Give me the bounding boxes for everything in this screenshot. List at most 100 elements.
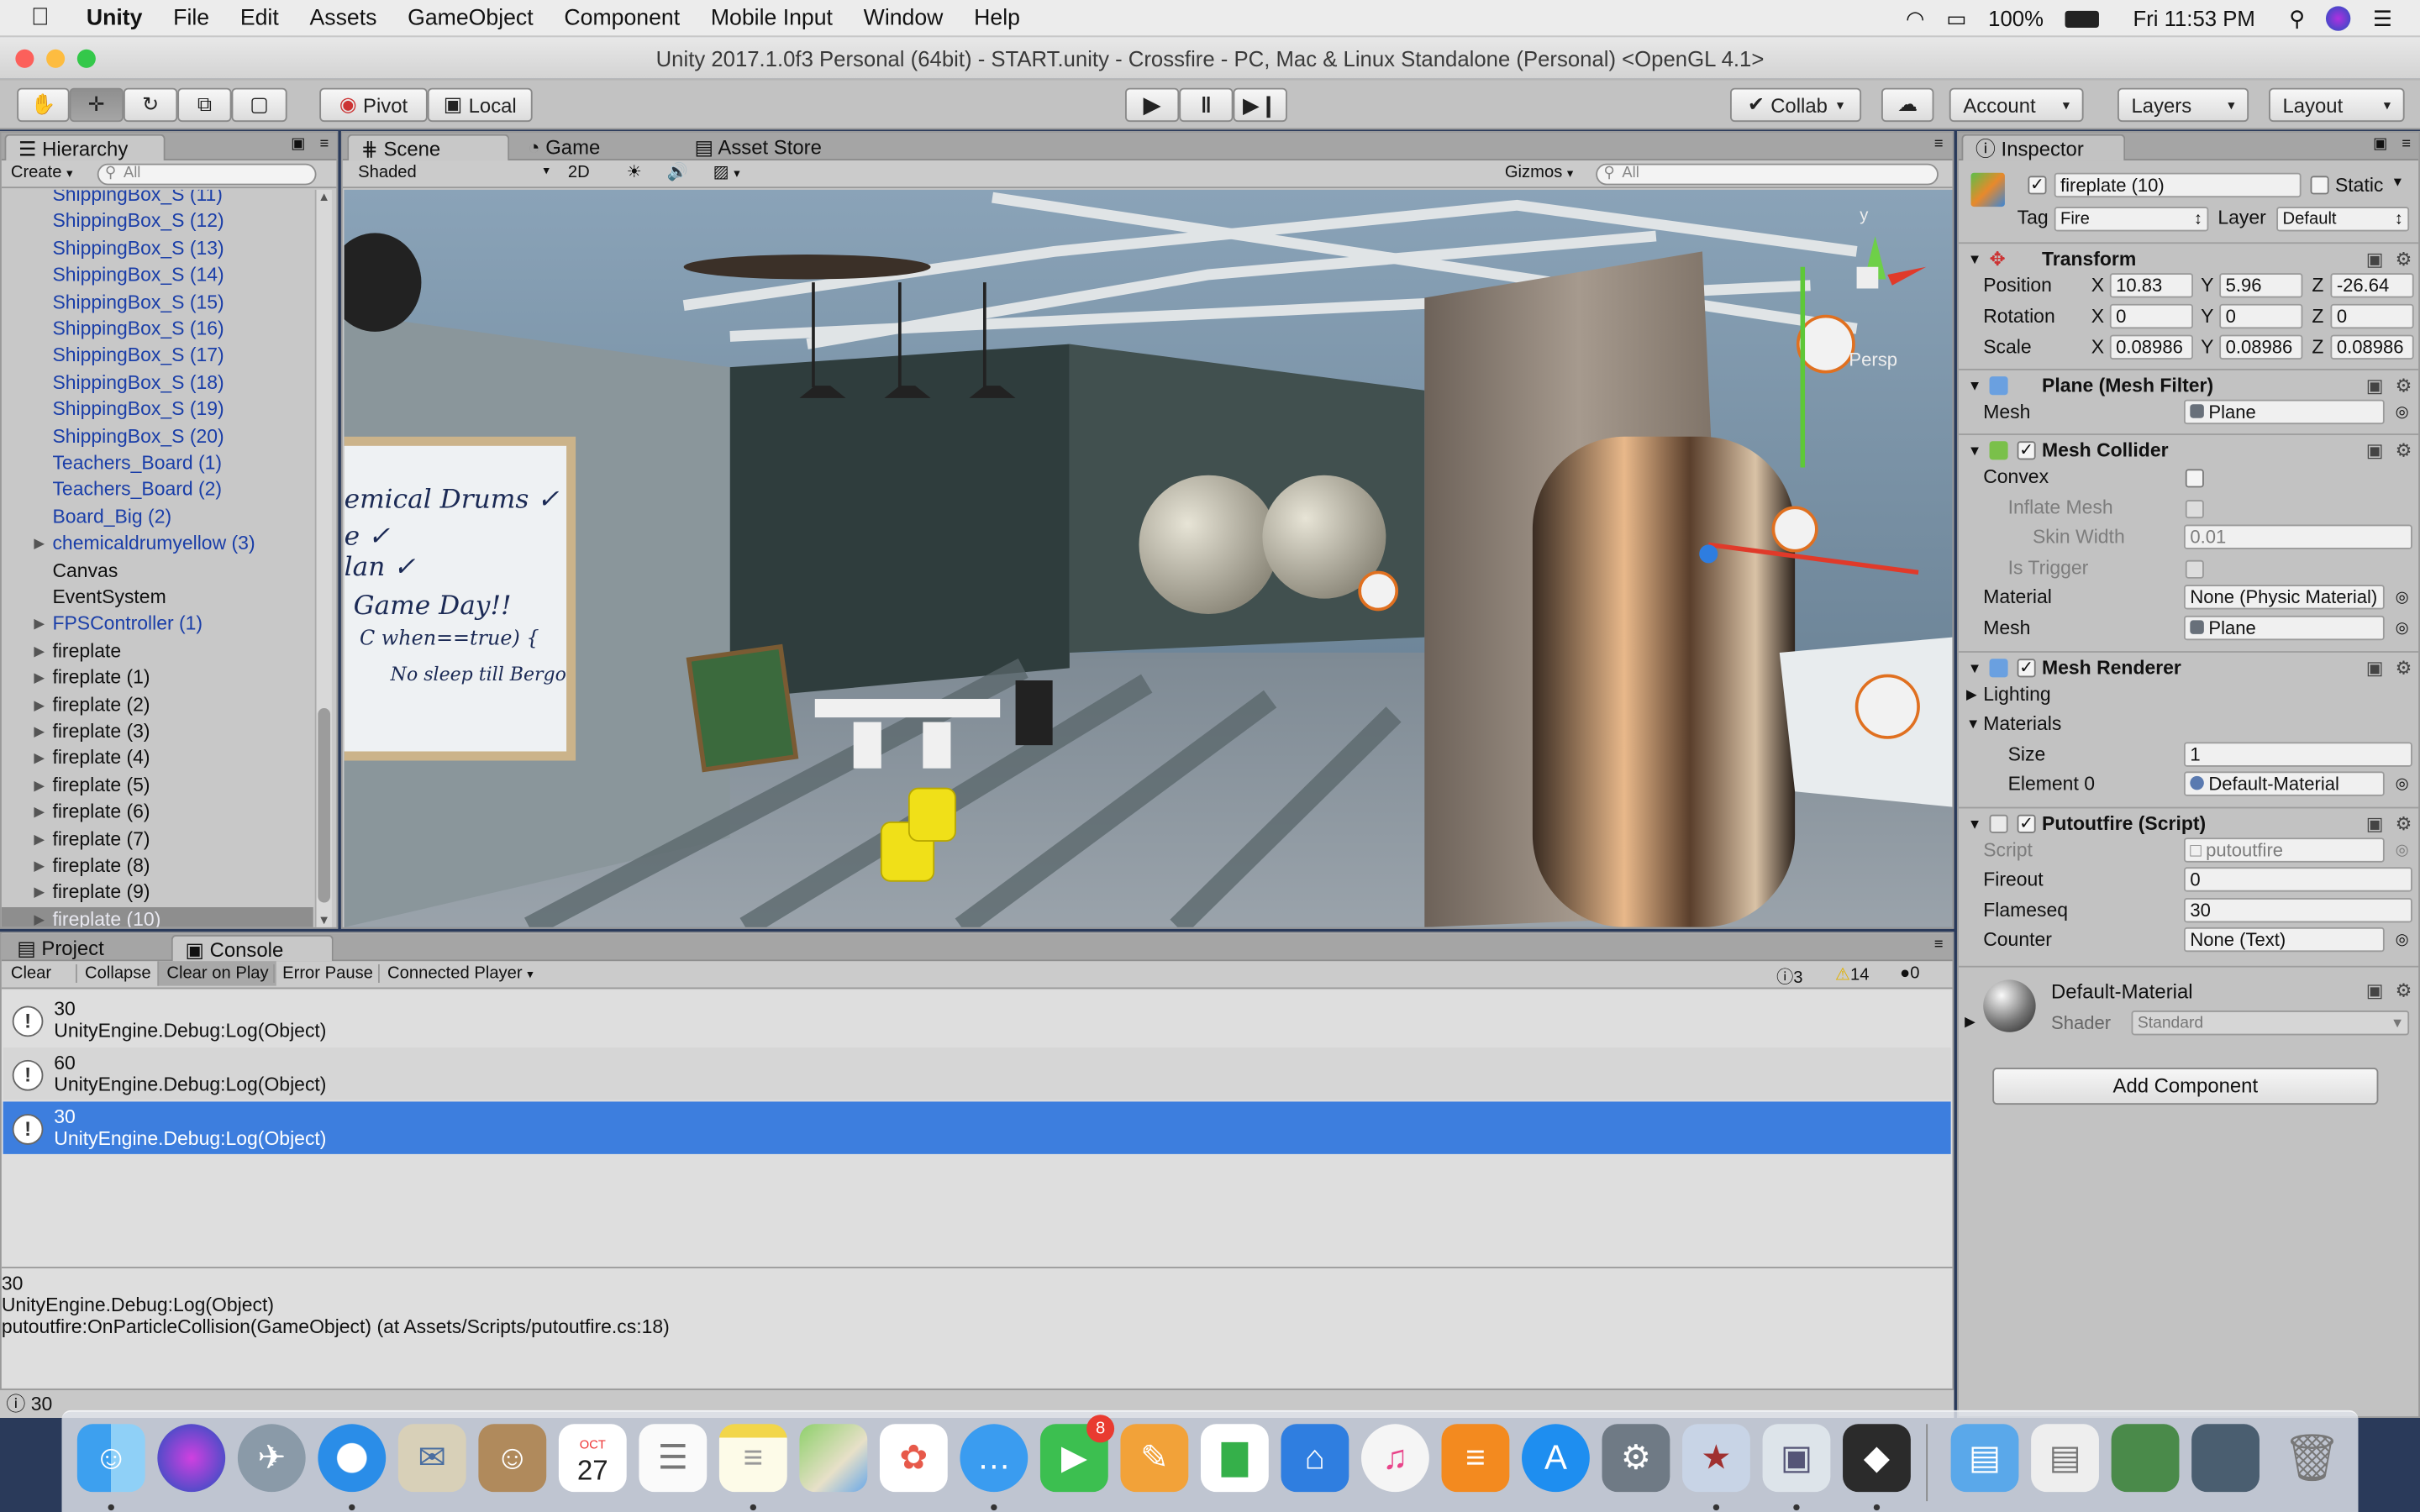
hierarchy-item[interactable]: Teachers_Board (1) (2, 450, 313, 477)
foldout-arrow-icon[interactable]: ▶ (34, 612, 45, 638)
audio-toggle-icon[interactable]: 🔊 (666, 162, 687, 182)
facetime-icon[interactable]: ▶ 8 (1039, 1415, 1115, 1493)
menu-gameobject[interactable]: GameObject (392, 5, 549, 29)
foldout-arrow-icon[interactable]: ▶ (34, 746, 45, 772)
hierarchy-item[interactable]: ▶ fireplate (2, 638, 313, 665)
photos-icon[interactable]: ✿ (879, 1424, 948, 1493)
foldout-arrow-icon[interactable]: ▶ (34, 853, 45, 879)
hierarchy-item[interactable]: ▶ fireplate (1) (2, 665, 313, 692)
foldout-arrow-icon[interactable]: ▶ (34, 773, 45, 799)
effects-toggle-icon[interactable]: ▨ ▾ (713, 162, 740, 182)
hierarchy-item[interactable]: ShippingBox_S (17) (2, 343, 313, 370)
hierarchy-item[interactable]: ShippingBox_S (13) (2, 236, 313, 263)
script-header[interactable]: ▼ ✓ Putoutfire (Script) ▣ ⚙ (1958, 806, 2419, 839)
menu-edit[interactable]: Edit (224, 5, 294, 29)
error-pause-button[interactable]: Error Pause (273, 963, 373, 983)
hierarchy-item[interactable]: ▶ fireplate (9) (2, 880, 313, 907)
2d-toggle[interactable]: 2D (568, 164, 590, 182)
object-picker-icon[interactable]: ◎ (2396, 583, 2409, 612)
help-book-icon[interactable]: ▣ (2366, 435, 2384, 466)
preview-icon[interactable]: ▣ (1762, 1424, 1831, 1493)
scene-viewport[interactable]: emical Drums ✓ e ✓ lan ✓ Game Day!! C wh… (344, 189, 1953, 927)
downloads-folder-icon[interactable]: ▤ (1950, 1424, 2019, 1493)
apple-menu-icon[interactable]:  (0, 4, 65, 32)
scale-z-field[interactable]: 0.08986 (2330, 334, 2414, 360)
menu-window[interactable]: Window (848, 5, 958, 29)
hierarchy-item[interactable]: ▶ FPSController (1) (2, 612, 313, 638)
mesh-field[interactable]: Plane (2183, 399, 2385, 425)
hierarchy-item[interactable]: ShippingBox_S (14) (2, 263, 313, 290)
foldout-arrow-icon[interactable]: ▶ (34, 665, 45, 691)
clear-on-play-button[interactable]: Clear on Play (157, 961, 276, 986)
app-store-icon[interactable]: A (1522, 1424, 1590, 1493)
filezilla-icon[interactable]: ★ (1682, 1424, 1750, 1493)
foldout-arrow-icon[interactable]: ▶ (34, 692, 45, 718)
menu-help[interactable]: Help (959, 5, 1036, 29)
hierarchy-item[interactable]: ▶ fireplate (8) (2, 853, 313, 880)
lighting-foldout[interactable]: ▶ Lighting (1959, 680, 2418, 710)
static-dropdown-icon[interactable]: ▾ (2394, 175, 2402, 192)
mesh-collider-header[interactable]: ▼ ✓ Mesh Collider ▣ ⚙ (1958, 433, 2419, 466)
siri-icon[interactable] (2326, 6, 2352, 31)
console-entry[interactable]: ! 60 UnityEngine.Debug:Log(Object) (3, 1047, 1951, 1100)
add-component-button[interactable]: Add Component (1992, 1068, 2379, 1105)
materials-size-field[interactable]: 1 (2183, 742, 2412, 767)
object-picker-icon[interactable]: ◎ (2396, 926, 2409, 955)
layer-dropdown[interactable]: Default ↕ (2276, 207, 2410, 232)
safari-icon[interactable]: ✦ (318, 1424, 387, 1493)
siri-icon[interactable] (157, 1424, 226, 1493)
hierarchy-scrollbar[interactable]: ▲ ▼ (314, 189, 332, 927)
error-count-toggle[interactable]: ●0 (1900, 964, 1919, 983)
play-button[interactable]: ▶ (1124, 87, 1180, 123)
gear-icon[interactable]: ⚙ (2396, 435, 2412, 466)
help-book-icon[interactable]: ▣ (2366, 979, 2384, 1001)
active-checkbox[interactable]: ✓ (2028, 176, 2047, 195)
help-book-icon[interactable]: ▣ (2366, 653, 2384, 684)
hierarchy-search-input[interactable]: ⚲ All (97, 163, 317, 186)
warning-count-toggle[interactable]: ⚠14 (1835, 964, 1870, 984)
position-x-field[interactable]: 10.83 (2109, 273, 2193, 298)
script-enabled-checkbox[interactable]: ✓ (2017, 814, 2036, 833)
console-entry[interactable]: ! 30 UnityEngine.Debug:Log(Object) (3, 993, 1951, 1047)
rect-tool-button[interactable]: ▢ (231, 87, 287, 123)
object-picker-icon[interactable]: ◎ (2396, 398, 2409, 428)
trash-icon[interactable]: 🗑 (2278, 1424, 2346, 1492)
panel-menu-icon[interactable]: ≡ (1934, 937, 1944, 953)
numbers-icon[interactable]: ▇ (1200, 1424, 1269, 1493)
static-checkbox[interactable] (2310, 176, 2329, 195)
materials-foldout[interactable]: ▼ Materials (1959, 710, 2418, 739)
help-book-icon[interactable]: ▣ (2366, 370, 2384, 402)
cloud-services-button[interactable]: ☁ (1881, 87, 1934, 123)
rotate-tool-button[interactable]: ↻ (123, 87, 178, 123)
battery-icon[interactable] (2065, 9, 2100, 28)
screenshot-stack-icon[interactable] (2191, 1424, 2260, 1493)
airplay-icon[interactable]: ▭ (1946, 5, 1966, 31)
shader-dropdown[interactable]: Standard ▾ (2131, 1011, 2410, 1036)
hierarchy-item[interactable]: ShippingBox_S (19) (2, 396, 313, 423)
foldout-arrow-icon[interactable]: ▶ (34, 800, 45, 826)
scale-x-field[interactable]: 0.08986 (2109, 334, 2193, 360)
rotation-x-field[interactable]: 0 (2109, 303, 2193, 329)
hierarchy-item[interactable]: ▶ chemicaldrumyellow (3) (2, 531, 313, 558)
object-name-field[interactable]: fireplate (10) (2054, 172, 2302, 198)
element-0-field[interactable]: Default-Material (2183, 771, 2385, 796)
gear-icon[interactable]: ⚙ (2396, 808, 2412, 839)
tab-scene[interactable]: ⋕ Scene (347, 134, 510, 161)
tag-dropdown[interactable]: Fire ↕ (2054, 207, 2209, 232)
wifi-icon[interactable]: ◠ (1906, 5, 1924, 31)
hierarchy-item[interactable]: Teachers_Board (2) (2, 477, 313, 504)
create-dropdown[interactable]: Create ▾ (11, 164, 73, 182)
tab-game[interactable]: ◔ Game (515, 134, 612, 160)
clear-button[interactable]: Clear (11, 964, 51, 983)
ibooks-icon[interactable]: ≡ (1441, 1424, 1510, 1493)
position-z-field[interactable]: -26.64 (2330, 273, 2414, 298)
info-count-toggle[interactable]: ⓘ3 (1776, 964, 1802, 989)
tab-hierarchy[interactable]: ☰ Hierarchy (4, 134, 166, 161)
lock-icon[interactable]: ▣ (291, 136, 305, 153)
physic-material-field[interactable]: None (Physic Material) (2183, 585, 2385, 610)
account-dropdown[interactable]: Account ▾ (1949, 87, 2084, 123)
app-menu[interactable]: Unity (65, 5, 158, 29)
documents-stack-icon[interactable]: ▤ (2031, 1424, 2099, 1493)
convex-checkbox[interactable] (2185, 469, 2204, 488)
rotation-z-field[interactable]: 0 (2330, 303, 2414, 329)
